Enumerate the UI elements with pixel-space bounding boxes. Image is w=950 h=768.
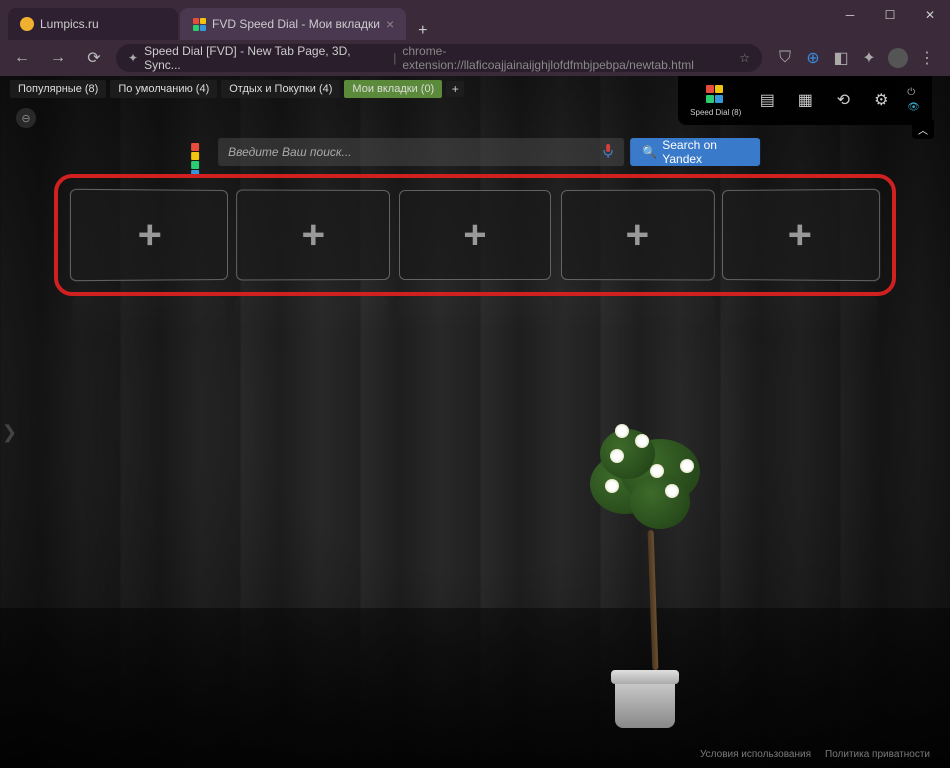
plus-icon: +: [138, 212, 162, 258]
plant-decoration: [580, 424, 710, 728]
news-icon[interactable]: ▤: [755, 88, 779, 112]
minimize-button[interactable]: ─: [830, 0, 870, 30]
titlebar: Lumpics.ru FVD Speed Dial - Мои вкладки …: [0, 0, 950, 40]
dial-slot-1[interactable]: +: [70, 189, 228, 281]
fvd-favicon-icon: [192, 17, 206, 31]
back-button[interactable]: ←: [8, 44, 36, 72]
app-panel: Speed Dial (8) ▤ ▦ ⟲ ⚙ ⏻ 👁 ︿: [678, 76, 932, 125]
plus-icon: +: [301, 212, 325, 257]
gear-icon[interactable]: ⚙: [869, 88, 893, 112]
maximize-button[interactable]: ☐: [870, 0, 910, 30]
search-placeholder: Введите Ваш поиск...: [228, 145, 351, 159]
category-mytabs[interactable]: Мои вкладки (0): [344, 80, 442, 98]
panel-speeddial[interactable]: Speed Dial (8): [690, 82, 741, 117]
history-icon[interactable]: ▦: [793, 88, 817, 112]
plus-icon: +: [788, 212, 812, 258]
panel-collapse-button[interactable]: ︿: [912, 120, 934, 139]
power-icon[interactable]: ⏻: [907, 87, 920, 98]
tab-lumpics[interactable]: Lumpics.ru: [8, 8, 178, 40]
footer-links: Условия использования Политика приватнос…: [700, 749, 930, 760]
addressbar: ← → ⟳ ✦ Speed Dial [FVD] - New Tab Page,…: [0, 40, 950, 76]
tab-label: Lumpics.ru: [40, 17, 99, 31]
avatar-icon[interactable]: [888, 48, 908, 68]
tab-fvd[interactable]: FVD Speed Dial - Мои вкладки ×: [180, 8, 406, 40]
address-input[interactable]: ✦ Speed Dial [FVD] - New Tab Page, 3D, S…: [116, 44, 762, 72]
mic-icon[interactable]: [602, 143, 614, 162]
search-button[interactable]: 🔍 Search on Yandex: [630, 138, 760, 166]
shield-icon[interactable]: ⛉: [776, 49, 794, 67]
extension-icon: ✦: [128, 51, 138, 65]
category-default[interactable]: По умолчанию (4): [110, 80, 217, 98]
plus-icon: +: [463, 213, 486, 258]
eye-icon[interactable]: 👁: [907, 102, 920, 113]
search-button-label: Search on Yandex: [662, 138, 748, 166]
forward-button[interactable]: →: [44, 44, 72, 72]
add-category-button[interactable]: +: [446, 81, 464, 97]
dial-slot-4[interactable]: +: [561, 189, 714, 280]
plus-icon: +: [625, 212, 649, 257]
category-popular[interactable]: Популярные (8): [10, 80, 106, 98]
category-shopping[interactable]: Отдых и Покупки (4): [221, 80, 340, 98]
star-icon[interactable]: ☆: [739, 51, 750, 65]
sync-icon[interactable]: ⟲: [831, 88, 855, 112]
search-logo-icon: [190, 142, 208, 162]
privacy-link[interactable]: Политика приватности: [825, 749, 930, 760]
lumpics-favicon-icon: [20, 17, 34, 31]
close-icon[interactable]: ×: [386, 16, 394, 32]
dial-slot-5[interactable]: +: [722, 189, 880, 281]
globe-icon[interactable]: ⊕: [804, 49, 822, 67]
reload-button[interactable]: ⟳: [80, 44, 108, 72]
search-icon: 🔍: [642, 145, 657, 159]
puzzle-icon[interactable]: ✦: [860, 49, 878, 67]
dial-slot-3[interactable]: +: [399, 190, 551, 280]
dial-slot-2[interactable]: +: [236, 189, 389, 280]
dial-reflection: [54, 296, 896, 336]
panel-label: Speed Dial (8): [690, 108, 741, 117]
category-bar: Популярные (8) По умолчанию (4) Отдых и …: [10, 80, 464, 98]
page-url: chrome-extension://llaficoajjainaijghjlo…: [402, 44, 733, 72]
new-tab-button[interactable]: +: [408, 22, 437, 40]
tab-label: FVD Speed Dial - Мои вкладки: [212, 17, 380, 31]
search-row: Введите Ваш поиск... 🔍 Search on Yandex: [190, 138, 760, 166]
page-title: Speed Dial [FVD] - New Tab Page, 3D, Syn…: [144, 44, 387, 72]
speed-dial-area: + + + + +: [54, 174, 896, 296]
close-button[interactable]: ✕: [910, 0, 950, 30]
box-icon[interactable]: ◧: [832, 49, 850, 67]
menu-icon[interactable]: ⋮: [918, 49, 936, 67]
terms-link[interactable]: Условия использования: [700, 749, 811, 760]
zoom-icon[interactable]: ⊖: [16, 108, 36, 128]
expand-handle[interactable]: ❯: [2, 422, 17, 443]
search-input[interactable]: Введите Ваш поиск...: [218, 138, 624, 166]
